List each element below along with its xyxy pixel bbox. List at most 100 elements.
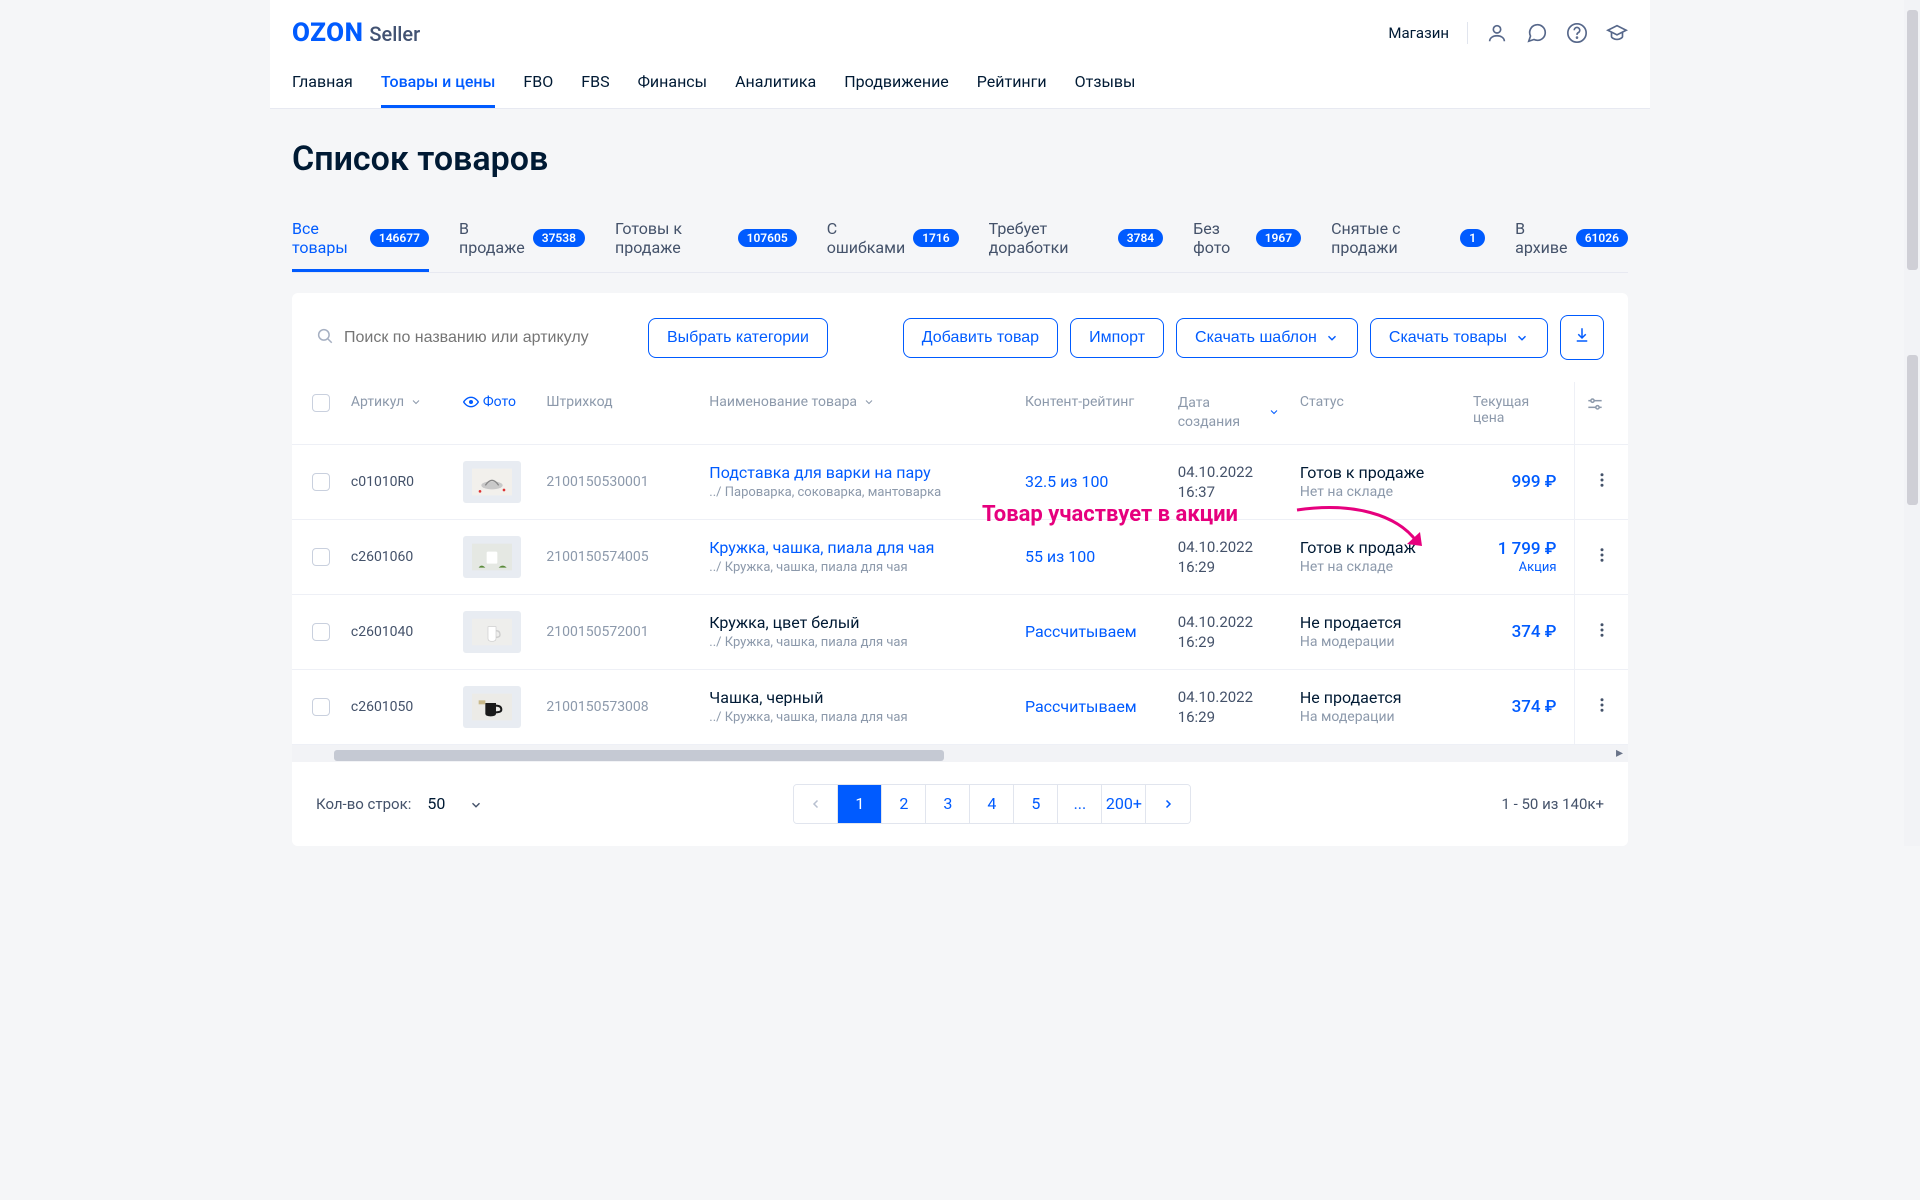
page-number[interactable]: 4 <box>970 785 1014 823</box>
status-tab[interactable]: Все товары146677 <box>292 219 429 272</box>
row-checkbox[interactable] <box>312 548 330 566</box>
status-tab[interactable]: Снятые с продажи1 <box>1331 219 1485 272</box>
col-name[interactable]: Наименование товара <box>709 394 857 410</box>
horizontal-scrollbar[interactable]: ◂ ▸ <box>292 745 1628 762</box>
status-tab[interactable]: Без фото1967 <box>1193 219 1301 272</box>
sort-icon[interactable] <box>1268 403 1280 422</box>
sort-icon[interactable] <box>410 394 422 410</box>
cell-price[interactable]: 374 ₽ <box>1463 669 1575 744</box>
row-actions-icon[interactable] <box>1593 552 1611 568</box>
topnav-item[interactable]: Отзывы <box>1075 60 1136 108</box>
scroll-right-icon[interactable]: ▸ <box>1611 745 1628 762</box>
page-number[interactable]: 2 <box>882 785 926 823</box>
cell-rating[interactable]: 32.5 из 100 <box>1015 444 1168 519</box>
table-row: c26010502100150573008Чашка, черный../ Кр… <box>292 669 1628 744</box>
page-number[interactable]: 1 <box>838 785 882 823</box>
search-input-wrap[interactable] <box>316 327 626 349</box>
download-products-button[interactable]: Скачать товары <box>1370 318 1548 358</box>
search-input[interactable] <box>344 329 626 347</box>
import-button[interactable]: Импорт <box>1070 318 1164 358</box>
download-template-button[interactable]: Скачать шаблон <box>1176 318 1358 358</box>
row-checkbox[interactable] <box>312 623 330 641</box>
cell-price[interactable]: 1 799 ₽Акция <box>1463 519 1575 594</box>
chevron-down-icon <box>1515 331 1529 345</box>
cell-price[interactable]: 374 ₽ <box>1463 594 1575 669</box>
cell-barcode: 2100150574005 <box>536 519 699 594</box>
status-tab[interactable]: С ошибками1716 <box>827 219 959 272</box>
chevron-down-icon <box>1325 331 1339 345</box>
help-icon[interactable] <box>1566 22 1588 44</box>
topnav-item[interactable]: Финансы <box>638 60 708 108</box>
product-name[interactable]: Подставка для варки на пару <box>709 463 1005 482</box>
count-badge: 37538 <box>533 229 585 247</box>
status-tab[interactable]: Готовы к продаже107605 <box>615 219 797 272</box>
sort-icon[interactable] <box>863 394 875 410</box>
download-icon-button[interactable] <box>1560 315 1604 360</box>
profile-icon[interactable] <box>1486 22 1508 44</box>
cell-sku: c2601060 <box>341 519 453 594</box>
cell-sku: c01010R0 <box>341 444 453 519</box>
product-name[interactable]: Кружка, чашка, пиала для чая <box>709 538 1005 557</box>
col-sku[interactable]: Артикул <box>351 394 404 410</box>
topnav-item[interactable]: Рейтинги <box>977 60 1047 108</box>
product-category: ../ Кружка, чашка, пиала для чая <box>709 710 1005 725</box>
topnav-item[interactable]: FBO <box>523 60 553 108</box>
page-title: Список товаров <box>292 109 1628 219</box>
topnav-item[interactable]: Главная <box>292 60 353 108</box>
rows-per-page-select[interactable]: 50 <box>427 794 483 813</box>
cell-rating[interactable]: 55 из 100 <box>1015 519 1168 594</box>
status-main: Не продается <box>1300 688 1453 707</box>
row-actions-icon[interactable] <box>1593 702 1611 718</box>
row-actions-icon[interactable] <box>1593 627 1611 643</box>
page-prev[interactable] <box>794 785 838 823</box>
page-number[interactable]: 200+ <box>1102 785 1146 823</box>
photo-toggle[interactable]: Фото <box>463 394 516 410</box>
select-all-checkbox[interactable] <box>312 394 330 412</box>
topnav-item[interactable]: Товары и цены <box>381 60 496 108</box>
col-status: Статус <box>1300 394 1344 410</box>
choose-categories-button[interactable]: Выбрать категории <box>648 318 828 358</box>
cell-sku: c2601040 <box>341 594 453 669</box>
vertical-scrollbar[interactable] <box>1904 0 1920 846</box>
page-next[interactable] <box>1146 785 1190 823</box>
cell-rating[interactable]: Рассчитываем <box>1015 594 1168 669</box>
search-icon <box>316 327 334 349</box>
status-tab[interactable]: В продаже37538 <box>459 219 585 272</box>
cell-date: 04.10.202216:37 <box>1168 444 1290 519</box>
status-tab[interactable]: В архиве61026 <box>1515 219 1628 272</box>
row-actions-icon[interactable] <box>1593 477 1611 493</box>
row-checkbox[interactable] <box>312 473 330 491</box>
cell-rating[interactable]: Рассчитываем <box>1015 669 1168 744</box>
status-sub: На модерации <box>1300 709 1453 725</box>
table-settings-icon[interactable] <box>1585 402 1605 418</box>
page-number[interactable]: ... <box>1058 785 1102 823</box>
topnav-item[interactable]: FBS <box>581 60 609 108</box>
download-icon <box>1573 326 1591 349</box>
status-sub: Нет на складе <box>1300 559 1453 575</box>
col-barcode: Штрихкод <box>546 394 612 410</box>
table-row: c01010R02100150530001Подставка для варки… <box>292 444 1628 519</box>
status-main: Готов к продаж <box>1300 538 1453 557</box>
page-number[interactable]: 5 <box>1014 785 1058 823</box>
product-thumb[interactable] <box>463 686 521 728</box>
cell-barcode: 2100150573008 <box>536 669 699 744</box>
status-tab[interactable]: Требует доработки3784 <box>989 219 1164 272</box>
product-thumb[interactable] <box>463 536 521 578</box>
chat-icon[interactable] <box>1526 22 1548 44</box>
cell-price[interactable]: 999 ₽ <box>1463 444 1575 519</box>
cell-barcode: 2100150572001 <box>536 594 699 669</box>
result-count: 1 - 50 из 140к+ <box>1501 795 1604 813</box>
page-number[interactable]: 3 <box>926 785 970 823</box>
topnav-item[interactable]: Продвижение <box>844 60 949 108</box>
product-thumb[interactable] <box>463 461 521 503</box>
shop-selector[interactable]: Магазин <box>1388 24 1449 42</box>
row-checkbox[interactable] <box>312 698 330 716</box>
education-icon[interactable] <box>1606 22 1628 44</box>
count-badge: 1 <box>1460 229 1485 247</box>
col-price: Текущая цена <box>1473 394 1529 426</box>
add-product-button[interactable]: Добавить товар <box>903 318 1058 358</box>
col-date[interactable]: Дата создания <box>1178 394 1262 432</box>
topnav-item[interactable]: Аналитика <box>735 60 816 108</box>
product-thumb[interactable] <box>463 611 521 653</box>
logo[interactable]: OZON Seller <box>292 18 420 48</box>
